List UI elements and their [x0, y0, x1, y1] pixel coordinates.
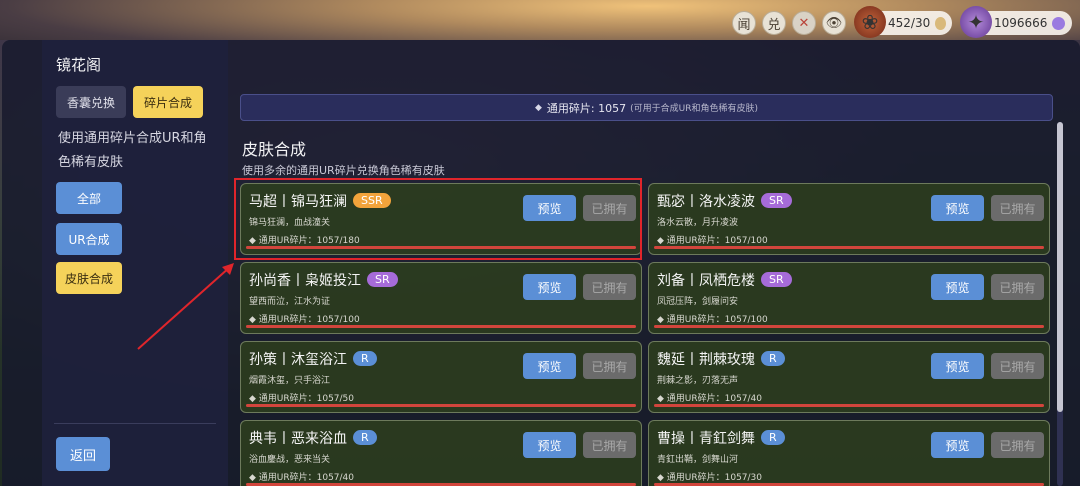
- top-status-bar: 闻 兑 ✕ 👁 ❀ 452/30 ✦ 1096666: [732, 6, 1072, 38]
- owned-button[interactable]: 已拥有: [583, 274, 636, 300]
- preview-button[interactable]: 预览: [931, 432, 984, 458]
- progress-bar-fill: [246, 404, 636, 407]
- sidebar-description: 使用通用碎片合成UR和角色稀有皮肤: [58, 131, 207, 170]
- eye-icon[interactable]: 👁: [822, 11, 846, 35]
- skin-name: 刘备丨凤栖危楼 SR: [657, 270, 792, 290]
- progress-bar-fill: [654, 404, 1044, 407]
- progress-bar: [246, 404, 636, 407]
- fragment-progress-text: ◆ 通用UR碎片：1057/100: [657, 315, 768, 325]
- filter-ur-button[interactable]: UR合成: [56, 223, 122, 255]
- sidebar-divider: [54, 423, 216, 424]
- skin-description: 青釭出鞘，剑舞山河: [657, 455, 739, 465]
- progress-bar: [246, 325, 636, 328]
- skin-description: 烟霞沐玺，只手浴江: [249, 376, 331, 386]
- skin-description: 凤冠压阵，剑履问安: [657, 297, 739, 307]
- owned-button[interactable]: 已拥有: [991, 195, 1044, 221]
- skin-name-text: 甄宓丨洛水凌波: [657, 194, 755, 210]
- progress-bar: [654, 246, 1044, 249]
- exchange-button[interactable]: 兑: [762, 11, 786, 35]
- rarity-badge: SR: [761, 193, 792, 208]
- owned-button[interactable]: 已拥有: [583, 432, 636, 458]
- fragment-progress-text: ◆ 通用UR碎片：1057/100: [657, 236, 768, 246]
- fragment-progress-text: ◆ 通用UR碎片：1057/40: [657, 394, 763, 404]
- skin-card[interactable]: 甄宓丨洛水凌波 SR 洛水云散，月升凌波 ◆ 通用UR碎片：1057/100 预览 已拥有: [648, 183, 1050, 255]
- preview-button[interactable]: 预览: [523, 353, 576, 379]
- preview-button[interactable]: 预览: [931, 274, 984, 300]
- back-button[interactable]: 返回: [56, 437, 110, 471]
- annotation-arrow: [137, 263, 234, 350]
- scrollbar-thumb[interactable]: [1057, 122, 1063, 412]
- skin-name: 孙策丨沐玺浴江 R: [249, 349, 377, 369]
- skin-name: 曹操丨青釭剑舞 R: [657, 428, 785, 448]
- skin-card[interactable]: 曹操丨青釭剑舞 R 青釭出鞘，剑舞山河 ◆ 通用UR碎片：1057/30 预览 已拥有: [648, 420, 1050, 486]
- skin-name-text: 孙策丨沐玺浴江: [249, 352, 347, 368]
- tab-sachet-exchange[interactable]: 香囊兑换: [56, 86, 126, 118]
- rarity-badge: R: [761, 351, 785, 366]
- owned-button[interactable]: 已拥有: [991, 274, 1044, 300]
- smell-button[interactable]: 闻: [732, 11, 756, 35]
- sachet-count: 452/30: [888, 16, 931, 30]
- preview-button[interactable]: 预览: [931, 195, 984, 221]
- skin-name: 孙尚香丨枭姬投江 SR: [249, 270, 398, 290]
- progress-bar-fill: [246, 325, 636, 328]
- skin-card[interactable]: 刘备丨凤栖危楼 SR 凤冠压阵，剑履问安 ◆ 通用UR碎片：1057/100 预览 已拥有: [648, 262, 1050, 334]
- skin-card[interactable]: 孙策丨沐玺浴江 R 烟霞沐玺，只手浴江 ◆ 通用UR碎片：1057/50 预览 已拥有: [240, 341, 642, 413]
- rarity-badge: R: [353, 351, 377, 366]
- sachet-resource: ❀ 452/30: [854, 6, 952, 38]
- owned-button[interactable]: 已拥有: [583, 353, 636, 379]
- filter-skin-button[interactable]: 皮肤合成: [56, 262, 122, 294]
- preview-button[interactable]: 预览: [523, 274, 576, 300]
- section-title: 皮肤合成: [242, 140, 307, 159]
- skin-description: 望西而泣，江水为证: [249, 297, 331, 307]
- skin-name-text: 典韦丨恶来浴血: [249, 431, 347, 447]
- filter-all-button[interactable]: 全部: [56, 182, 122, 214]
- close-icon[interactable]: ✕: [792, 11, 816, 35]
- coin-icon: [935, 16, 946, 30]
- page-title: 镜花阁: [56, 56, 102, 74]
- skin-name: 魏延丨荆棘玫瑰 R: [657, 349, 785, 369]
- progress-bar: [654, 404, 1044, 407]
- highlight-annotation-box: [234, 178, 642, 260]
- shard-note: (可用于合成UR和角色稀有皮肤): [630, 104, 758, 114]
- preview-button[interactable]: 预览: [523, 432, 576, 458]
- skin-description: 洛水云散，月升凌波: [657, 218, 739, 228]
- skin-name-text: 孙尚香丨枭姬投江: [249, 273, 361, 289]
- fragment-progress-text: ◆ 通用UR碎片：1057/100: [249, 315, 360, 325]
- skin-card[interactable]: 典韦丨恶来浴血 R 浴血鏖战，恶来当关 ◆ 通用UR碎片：1057/40 预览 已拥有: [240, 420, 642, 486]
- fragment-progress-text: ◆ 通用UR碎片：1057/30: [657, 473, 763, 483]
- diamond-icon: ◆: [535, 102, 542, 113]
- skin-name-text: 刘备丨凤栖危楼: [657, 273, 755, 289]
- rarity-badge: R: [353, 430, 377, 445]
- skin-description: 荆棘之影，刃落无声: [657, 376, 739, 386]
- skin-name-text: 曹操丨青釭剑舞: [657, 431, 755, 447]
- skin-name: 甄宓丨洛水凌波 SR: [657, 191, 792, 211]
- sachet-icon: ❀: [854, 6, 886, 38]
- skin-name: 典韦丨恶来浴血 R: [249, 428, 377, 448]
- section-subtitle: 使用多余的通用UR碎片兑换角色稀有皮肤: [242, 164, 445, 177]
- progress-bar: [654, 325, 1044, 328]
- shard-count: 通用碎片: 1057: [546, 101, 627, 115]
- gem-icon: [1052, 16, 1066, 30]
- skin-description: 浴血鏖战，恶来当关: [249, 455, 331, 465]
- rarity-badge: R: [761, 430, 785, 445]
- fragment-progress-text: ◆ 通用UR碎片：1057/50: [249, 394, 355, 404]
- tab-fragment-synthesis[interactable]: 碎片合成: [133, 86, 203, 118]
- gem-resource: ✦ 1096666: [960, 6, 1072, 38]
- owned-button[interactable]: 已拥有: [991, 432, 1044, 458]
- rarity-badge: SR: [761, 272, 792, 287]
- skin-card[interactable]: 魏延丨荆棘玫瑰 R 荆棘之影，刃落无声 ◆ 通用UR碎片：1057/40 预览 已拥有: [648, 341, 1050, 413]
- skin-card[interactable]: 孙尚香丨枭姬投江 SR 望西而泣，江水为证 ◆ 通用UR碎片：1057/100 预览 已拥…: [240, 262, 642, 334]
- owned-button[interactable]: 已拥有: [991, 353, 1044, 379]
- progress-bar-fill: [654, 246, 1044, 249]
- gem-count: 1096666: [994, 16, 1048, 30]
- skin-name-text: 魏延丨荆棘玫瑰: [657, 352, 755, 368]
- rarity-badge: SR: [367, 272, 398, 287]
- preview-button[interactable]: 预览: [931, 353, 984, 379]
- fragment-progress-text: ◆ 通用UR碎片：1057/40: [249, 473, 355, 483]
- progress-bar-fill: [654, 325, 1044, 328]
- gem-bag-icon: ✦: [960, 6, 992, 38]
- shard-banner: ◆ 通用碎片: 1057 (可用于合成UR和角色稀有皮肤): [240, 94, 1053, 121]
